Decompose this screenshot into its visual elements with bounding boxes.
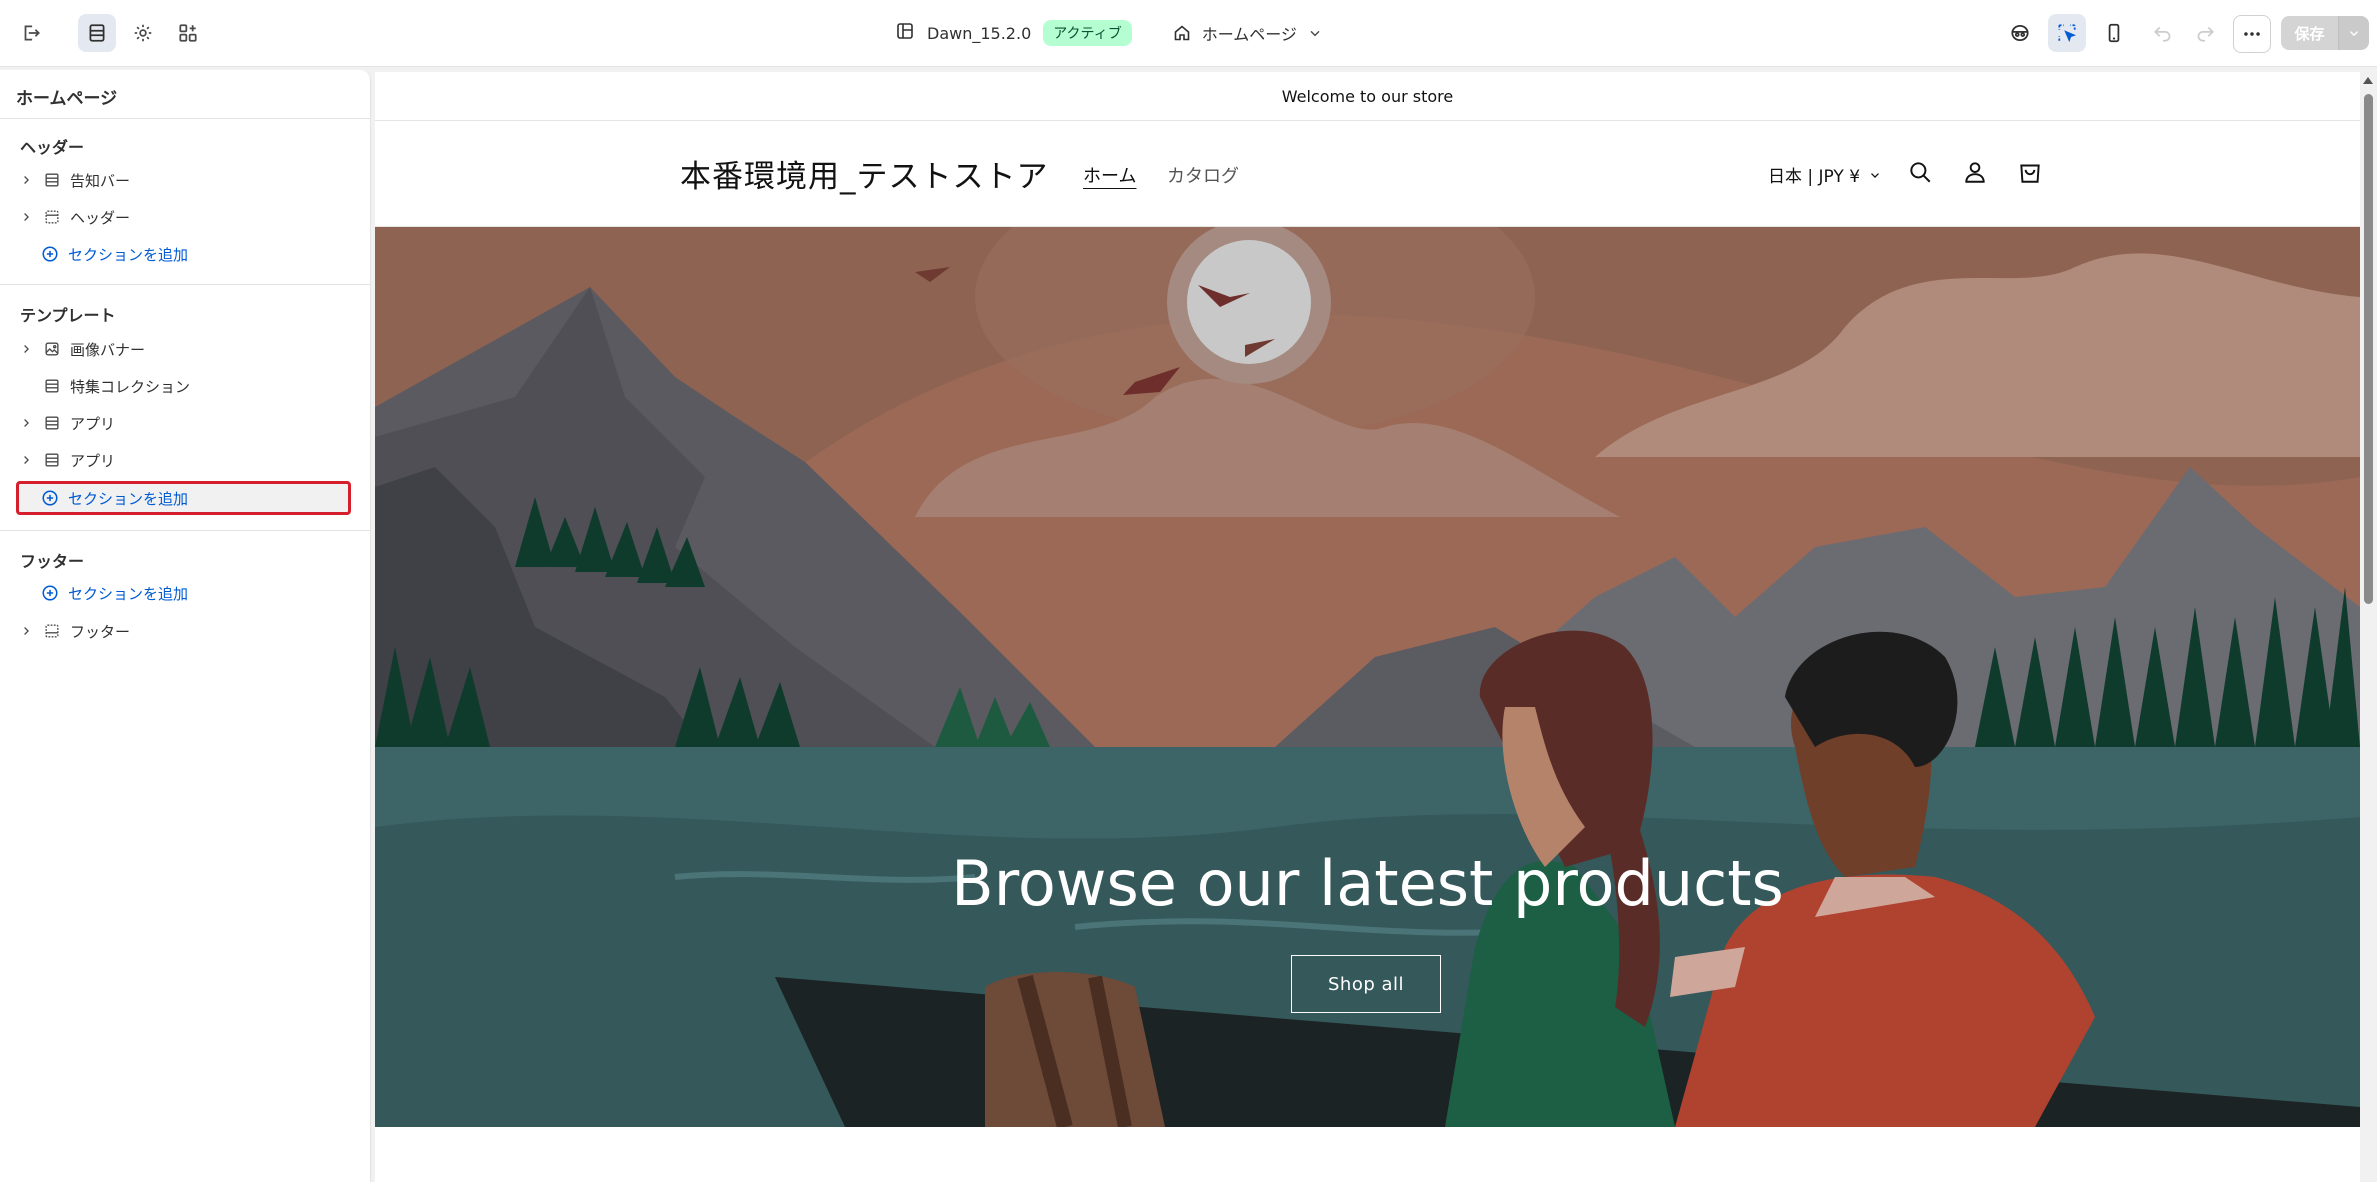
hero-heading: Browse our latest products bbox=[951, 847, 1784, 920]
editor-topbar: Dawn_15.2.0 アクティブ ホームページ 保存 bbox=[0, 0, 2377, 67]
add-section-label: セクションを追加 bbox=[68, 245, 189, 264]
section-item-label: アプリ bbox=[70, 451, 116, 470]
theme-settings-gear-icon[interactable] bbox=[124, 14, 162, 52]
section-item-label: ヘッダー bbox=[70, 208, 131, 227]
sections-icon[interactable] bbox=[78, 14, 116, 52]
section-item-label: 特集コレクション bbox=[70, 377, 191, 396]
exit-icon[interactable] bbox=[12, 14, 50, 52]
section-item-image-banner[interactable]: 画像バナー bbox=[16, 333, 354, 365]
section-item-featured-collection[interactable]: 特集コレクション bbox=[16, 370, 354, 402]
image-banner[interactable]: Browse our latest products Shop all bbox=[375, 227, 2360, 1127]
chevron-right-icon[interactable] bbox=[16, 207, 36, 227]
section-item-label: 画像バナー bbox=[70, 340, 146, 359]
preview-scrollbar[interactable] bbox=[2360, 72, 2377, 1182]
divider bbox=[0, 530, 370, 531]
plus-circle-icon bbox=[40, 244, 60, 264]
group-label-footer: フッター bbox=[20, 552, 85, 571]
cart-icon[interactable] bbox=[2015, 157, 2045, 187]
chevron-right-icon[interactable] bbox=[16, 339, 36, 359]
sidebar-title: ホームページ bbox=[16, 89, 118, 109]
theme-layout-icon bbox=[895, 21, 915, 45]
mobile-preview-icon[interactable] bbox=[2095, 14, 2133, 52]
status-badge: アクティブ bbox=[1043, 20, 1132, 46]
chevron-right-icon[interactable] bbox=[16, 621, 36, 641]
store-header: 本番環境用_テストストア ホーム カタログ 日本 | JPY ¥ bbox=[375, 121, 2360, 227]
select-element-cursor-icon[interactable] bbox=[2048, 14, 2086, 52]
chevron-right-icon[interactable] bbox=[16, 170, 36, 190]
image-icon bbox=[42, 339, 62, 359]
section-layout-icon bbox=[42, 170, 62, 190]
store-logo-text[interactable]: 本番環境用_テストストア bbox=[680, 151, 1049, 196]
scroll-up-arrow-icon[interactable] bbox=[2363, 77, 2373, 84]
inspector-icon[interactable] bbox=[2001, 14, 2039, 52]
section-item-label: アプリ bbox=[70, 414, 116, 433]
store-preview: Welcome to our store 本番環境用_テストストア ホーム カタ… bbox=[375, 72, 2360, 1182]
redo-icon[interactable] bbox=[2186, 14, 2224, 52]
nav-link-catalog[interactable]: カタログ bbox=[1167, 162, 1239, 188]
section-item-announcement-bar[interactable]: 告知バー bbox=[16, 164, 354, 196]
undo-icon[interactable] bbox=[2144, 14, 2182, 52]
app-embeds-icon[interactable] bbox=[169, 14, 207, 52]
nav-link-home[interactable]: ホーム bbox=[1083, 162, 1136, 188]
more-actions-icon[interactable] bbox=[2233, 15, 2271, 53]
chevron-right-icon[interactable] bbox=[16, 413, 36, 433]
header-layout-icon bbox=[42, 207, 62, 227]
currency-label: 日本 | JPY ¥ bbox=[1768, 167, 1861, 187]
group-label-template: テンプレート bbox=[20, 306, 116, 325]
section-item-label: フッター bbox=[70, 622, 131, 641]
chevron-down-icon bbox=[1871, 172, 1879, 178]
section-sidebar: ホームページ ヘッダー 告知バー ヘッダー セクションを追加 テンプレート 画像… bbox=[0, 70, 371, 1182]
page-selector[interactable]: ホームページ bbox=[1172, 21, 1323, 45]
section-item-footer[interactable]: フッター bbox=[16, 615, 354, 647]
chevron-right-icon[interactable] bbox=[16, 450, 36, 470]
section-layout-icon bbox=[42, 450, 62, 470]
plus-circle-icon bbox=[40, 583, 60, 603]
home-icon bbox=[1174, 25, 1190, 41]
section-item-app-1[interactable]: アプリ bbox=[16, 407, 354, 439]
divider bbox=[0, 284, 370, 285]
divider bbox=[0, 118, 370, 119]
shop-all-button[interactable]: Shop all bbox=[1291, 955, 1441, 1013]
announcement-bar[interactable]: Welcome to our store bbox=[375, 72, 2360, 121]
account-icon[interactable] bbox=[1960, 157, 1990, 187]
section-item-app-2[interactable]: アプリ bbox=[16, 444, 354, 476]
theme-name: Dawn_15.2.0 bbox=[927, 23, 1032, 43]
save-options-chevron-icon[interactable] bbox=[2338, 16, 2369, 50]
chevron-down-icon bbox=[1310, 30, 1320, 37]
add-section-label: セクションを追加 bbox=[68, 489, 189, 508]
add-section-button-template[interactable]: セクションを追加 bbox=[16, 481, 351, 515]
plus-circle-icon bbox=[40, 488, 60, 508]
add-section-button-header[interactable]: セクションを追加 bbox=[16, 238, 354, 270]
section-item-header[interactable]: ヘッダー bbox=[16, 201, 354, 233]
theme-info: Dawn_15.2.0 アクティブ ホームページ bbox=[895, 14, 1323, 52]
search-icon[interactable] bbox=[1905, 157, 1935, 187]
current-page-label: ホームページ bbox=[1201, 25, 1297, 44]
footer-layout-icon bbox=[42, 621, 62, 641]
section-layout-icon bbox=[42, 376, 62, 396]
save-button-group: 保存 bbox=[2281, 16, 2369, 50]
section-item-label: 告知バー bbox=[70, 171, 131, 190]
add-section-label: セクションを追加 bbox=[68, 584, 189, 603]
section-layout-icon bbox=[42, 413, 62, 433]
scroll-thumb[interactable] bbox=[2364, 94, 2373, 604]
group-label-header: ヘッダー bbox=[20, 138, 85, 157]
save-button[interactable]: 保存 bbox=[2281, 16, 2338, 50]
currency-selector[interactable]: 日本 | JPY ¥ bbox=[1768, 162, 1882, 187]
add-section-button-footer[interactable]: セクションを追加 bbox=[16, 577, 354, 609]
